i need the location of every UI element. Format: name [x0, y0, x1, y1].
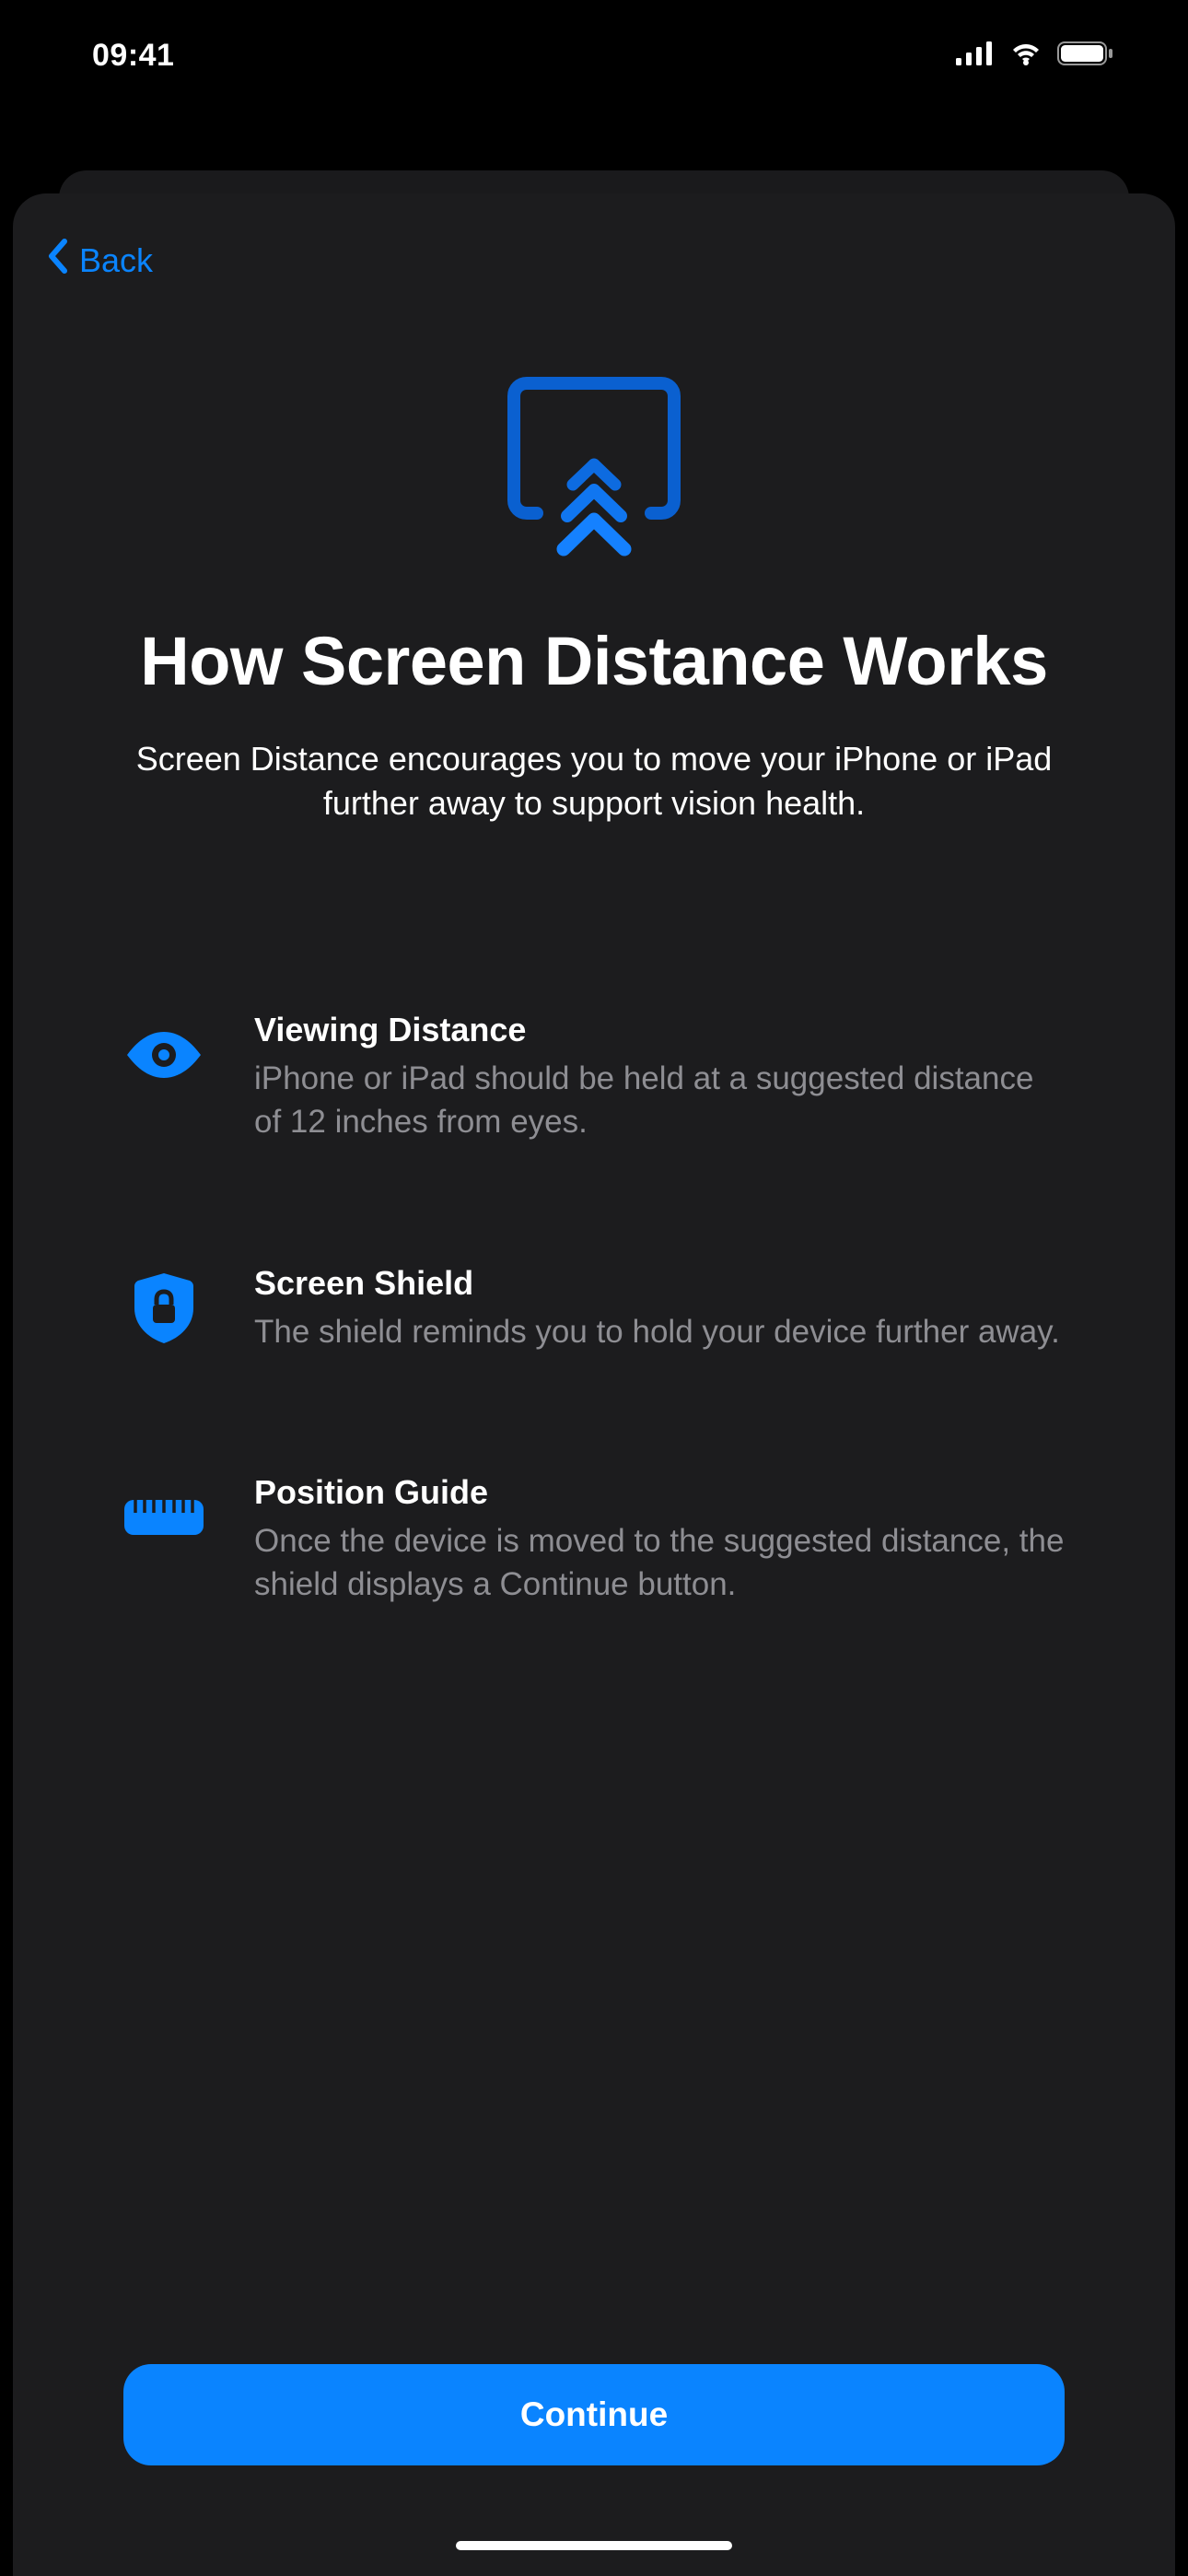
- feature-row-screen-shield: Screen Shield The shield reminds you to …: [123, 1264, 1065, 1353]
- hero-section: How Screen Distance Works Screen Distanc…: [13, 301, 1175, 826]
- page-subtitle: Screen Distance encourages you to move y…: [87, 737, 1101, 826]
- modal-sheet: Back How Screen Distance Works Screen Di…: [13, 193, 1175, 2576]
- home-indicator[interactable]: [456, 2541, 732, 2550]
- cellular-signal-icon: [956, 41, 995, 70]
- battery-icon: [1057, 41, 1114, 71]
- shield-lock-icon: [123, 1268, 204, 1349]
- feature-text: Viewing Distance iPhone or iPad should b…: [254, 1011, 1065, 1144]
- feature-row-position-guide: Position Guide Once the device is moved …: [123, 1473, 1065, 1607]
- back-label: Back: [79, 241, 153, 280]
- back-button[interactable]: Back: [46, 238, 153, 283]
- feature-text: Position Guide Once the device is moved …: [254, 1473, 1065, 1607]
- feature-description: Once the device is moved to the suggeste…: [254, 1519, 1065, 1607]
- feature-description: iPhone or iPad should be held at a sugge…: [254, 1057, 1065, 1144]
- feature-row-viewing-distance: Viewing Distance iPhone or iPad should b…: [123, 1011, 1065, 1144]
- nav-bar: Back: [13, 193, 1175, 301]
- chevron-left-icon: [46, 238, 68, 283]
- status-time: 09:41: [92, 38, 174, 74]
- page-title: How Screen Distance Works: [87, 624, 1101, 700]
- feature-title: Position Guide: [254, 1473, 1065, 1512]
- feature-description: The shield reminds you to hold your devi…: [254, 1310, 1065, 1353]
- feature-title: Viewing Distance: [254, 1011, 1065, 1049]
- status-bar: 09:41: [0, 0, 1188, 111]
- eye-icon: [123, 1014, 204, 1095]
- continue-button[interactable]: Continue: [123, 2364, 1065, 2465]
- feature-text: Screen Shield The shield reminds you to …: [254, 1264, 1065, 1353]
- screen-distance-hero-icon: [497, 375, 691, 559]
- status-icons: [956, 41, 1114, 71]
- content-area: How Screen Distance Works Screen Distanc…: [13, 301, 1175, 2576]
- wifi-icon: [1007, 41, 1044, 71]
- feature-list: Viewing Distance iPhone or iPad should b…: [13, 826, 1175, 1726]
- feature-title: Screen Shield: [254, 1264, 1065, 1303]
- ruler-icon: [123, 1477, 204, 1558]
